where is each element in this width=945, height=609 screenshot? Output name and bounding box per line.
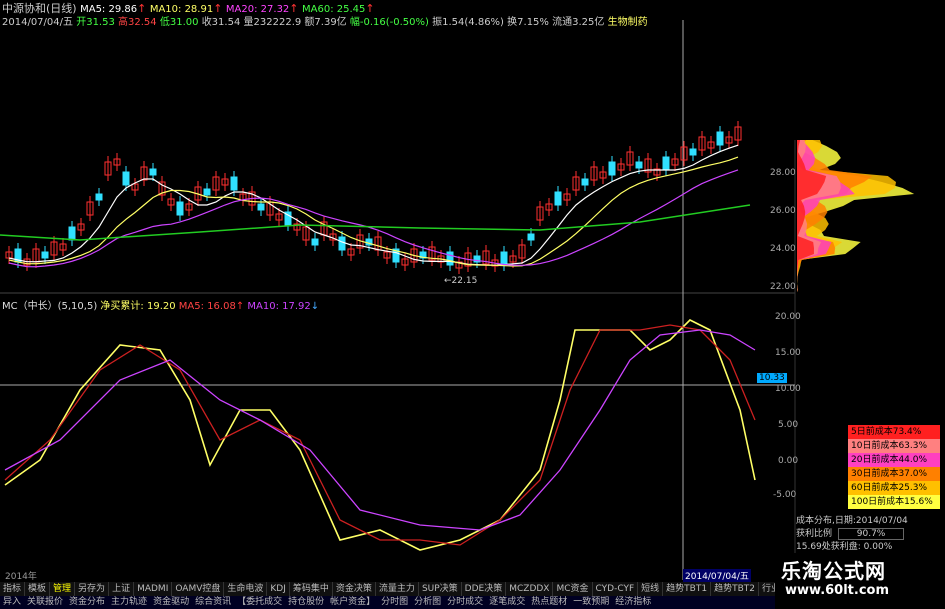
time-axis: 2014年 2014/07/04/五 [0,569,780,582]
cost-date-value: 2014/07/04 [855,516,908,526]
indicator-tab[interactable]: MC资金 [553,582,593,596]
sub-y-label: 10.00 [775,384,801,394]
net-cum-label: 净买累计: 19.20 [100,301,176,312]
function-tab[interactable]: 综合资讯 [192,596,234,609]
mc-ma5-label: MA5: 16.08 [178,301,236,312]
cost-legend-item[interactable]: 20日前成本44.0% [848,453,940,467]
mc-ma10-label: MA10: 17.92 [247,301,311,312]
price-label: 22.00 [770,282,796,292]
indicator-tab[interactable]: CYD-CYF [593,582,639,596]
info-high: 高32.54 [118,17,157,28]
cursor-date: 2014/07/04/五 [683,569,751,582]
indicator-tab[interactable]: MCZDDX [506,582,554,596]
indicator-tab[interactable]: 生命电波 [224,582,268,596]
indicator-tab[interactable]: 管理 [50,582,76,596]
cost-info-panel: 成本分布,日期:2014/07/04 获利比例 90.7% 15.69处获利盘:… [796,513,908,552]
function-tab[interactable]: 一致预期 [570,596,612,609]
watermark-text: 乐淘公式网 [781,559,886,583]
indicator-tab[interactable]: 筹码集中 [290,582,333,596]
function-tab[interactable]: 逐笔成交 [486,596,528,609]
indicator-tab[interactable]: 资金决策 [333,582,376,596]
price-label: 28.00 [770,168,796,178]
indicator-tab[interactable]: 模板 [25,582,51,596]
low-marker: ←22.15 [444,276,478,286]
function-tab[interactable]: 热点题材 [528,596,570,609]
sub-chart-header: MC（中长）(5,10,5) 净买累计: 19.20 MA5: 16.08↑ M… [2,301,320,312]
cost-legend-item[interactable]: 5日前成本73.4% [848,425,940,439]
cost-legend-item[interactable]: 10日前成本63.3% [848,439,940,453]
indicator-tab[interactable]: 指标 [0,582,26,596]
function-tab[interactable]: 帐户资金】 [327,596,378,609]
price-label: 26.00 [770,206,796,216]
current-value-badge: 10.33 [757,373,787,383]
function-tab[interactable]: 主力轨迹 [108,596,150,609]
info-float: 流通3.25亿 [552,17,605,28]
indicator-name: MC（中长）(5,10,5) [2,301,98,312]
indicator-tab[interactable]: KDJ [267,582,290,596]
info-close: 收31.54 [201,17,241,28]
info-sector: 生物制药 [607,17,648,28]
indicator-tab[interactable]: DDE决策 [462,582,507,596]
cost-legend-item[interactable]: 30日前成本37.0% [848,467,940,481]
function-tab[interactable]: 【委托成交 [234,596,285,609]
sub-y-label: -5.00 [773,490,797,500]
cost-legend-item[interactable]: 60日前成本25.3% [848,481,940,495]
function-tab[interactable]: 持仓股份 [285,596,327,609]
info-amp: 振1.54(4.86%) [432,17,504,28]
profit-label: 获利比例 [796,529,833,539]
sub-y-label: 0.00 [778,456,799,466]
cost-distribution-chart [797,140,915,292]
info-date: 2014/07/04/五 [2,17,74,28]
function-tab[interactable]: 分时图 [378,596,411,609]
time-axis-year: 2014年 [5,572,37,582]
indicator-tab[interactable]: 上证 [109,582,135,596]
price-label: 24.00 [770,244,796,254]
function-tab[interactable]: 异入 [0,596,24,609]
indicator-tab[interactable]: 趋势TBT1 [663,582,712,596]
function-tab[interactable]: 资金驱动 [150,596,192,609]
function-tab[interactable]: 经济指标 [612,596,654,609]
watermark-url: www.60lt.com [785,583,890,598]
info-open: 开31.53 [76,17,115,28]
watermark: 乐淘公式网 www.60lt.com [775,553,945,609]
cost-legend-item[interactable]: 100日前成本15.6% [848,495,940,509]
info-low: 低31.00 [159,17,199,28]
indicator-tab[interactable]: 另存为 [75,582,110,596]
function-tab[interactable]: 关联报价 [24,596,66,609]
sub-y-label: 5.00 [778,420,799,430]
info-volume: 量232222.9 [243,17,302,28]
mc-indicator-lines [4,319,756,551]
indicator-tab[interactable]: 短线 [638,582,664,596]
function-tab[interactable]: 资金分布 [66,596,108,609]
function-tab[interactable]: 分时成交 [444,596,486,609]
info-turnover: 换7.15% [507,17,549,28]
sub-y-label: 15.00 [775,348,801,358]
quote-info-bar: 2014/07/04/五 开31.53 高32.54 低31.00 收31.54… [2,13,648,28]
cost-date-label: 成本分布,日期: [796,516,856,526]
indicator-tab[interactable]: MADMI [134,582,173,596]
indicator-tab[interactable]: 趋势TBT2 [711,582,759,596]
function-tab[interactable]: 分析图 [411,596,444,609]
avg-label: 15.69处获利盘: 0.00% [796,542,893,552]
info-change: 幅-0.16(-0.50%) [349,17,429,28]
sub-y-label: 20.00 [775,312,801,322]
indicator-tab[interactable]: 流量主力 [376,582,419,596]
indicator-tab[interactable]: SUP决策 [419,582,462,596]
info-amount: 额7.39亿 [304,17,347,28]
indicator-tab[interactable]: OAMV控盘 [172,582,225,596]
